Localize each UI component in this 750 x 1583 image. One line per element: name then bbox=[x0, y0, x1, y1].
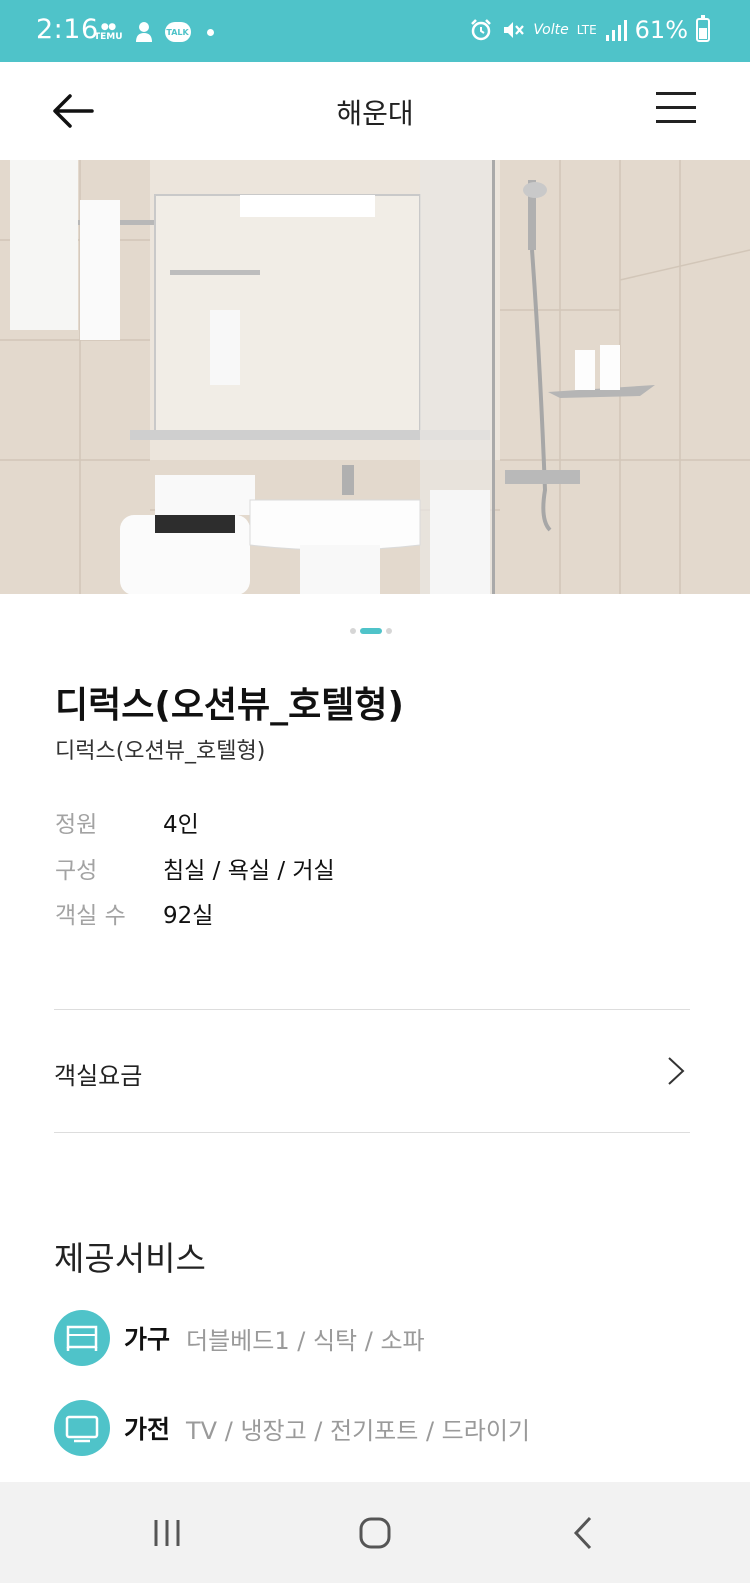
home-button[interactable] bbox=[350, 1508, 400, 1558]
mute-icon bbox=[504, 22, 525, 38]
room-subtitle: 디럭스(오션뷰_호텔형) bbox=[55, 739, 266, 764]
system-back-button[interactable] bbox=[560, 1508, 610, 1558]
detail-label: 정원 bbox=[55, 812, 98, 838]
services-title: 제공서비스 bbox=[54, 1239, 206, 1278]
service-items: 더블베드1 / 식탁 / 소파 bbox=[186, 1326, 425, 1355]
hamburger-icon bbox=[656, 92, 696, 95]
recent-apps-icon bbox=[154, 1520, 180, 1546]
pager-dot[interactable] bbox=[350, 628, 356, 634]
room-rate-row[interactable]: 객실요금 bbox=[54, 1010, 690, 1132]
room-rate-label: 객실요금 bbox=[54, 1062, 143, 1090]
service-name: 가구 bbox=[124, 1325, 171, 1354]
service-row-appliances: 가전 TV / 냉장고 / 전기포트 / 드라이기 bbox=[54, 1400, 530, 1456]
chevron-right-icon bbox=[668, 1057, 685, 1085]
service-row-furniture: 가구 더블베드1 / 식탁 / 소파 bbox=[54, 1310, 425, 1366]
detail-label: 구성 bbox=[55, 858, 98, 884]
alarm-icon bbox=[471, 19, 492, 41]
detail-value: 4인 bbox=[163, 812, 199, 838]
chat-person-icon bbox=[135, 22, 152, 42]
status-notification-icons: ●● TEMU TALK bbox=[94, 20, 214, 44]
system-nav-bar bbox=[0, 1482, 750, 1583]
photo-pager bbox=[350, 628, 392, 634]
service-name: 가전 bbox=[124, 1415, 171, 1444]
battery-level bbox=[699, 28, 707, 39]
divider bbox=[54, 1132, 690, 1133]
hamburger-icon-bar bbox=[656, 106, 696, 109]
pager-dot[interactable] bbox=[386, 628, 392, 634]
battery-icon bbox=[696, 15, 710, 42]
page-title: 해운대 bbox=[336, 97, 414, 130]
service-items: TV / 냉장고 / 전기포트 / 드라이기 bbox=[186, 1416, 531, 1445]
status-bar: 2:16 ●● TEMU TALK Volte LTE 61% bbox=[0, 0, 750, 62]
temu-icon: ●● TEMU bbox=[94, 22, 123, 42]
volte-label: Volte bbox=[533, 22, 569, 38]
room-detail-count: 객실 수 92실 bbox=[55, 896, 213, 930]
room-detail-composition: 구성 침실 / 욕실 / 거실 bbox=[55, 851, 335, 885]
room-name: 디럭스(오션뷰_호텔형) bbox=[55, 685, 404, 726]
app-header: 해운대 bbox=[0, 62, 750, 160]
status-system-icons: Volte LTE 61% bbox=[469, 15, 710, 44]
detail-value: 침실 / 욕실 / 거실 bbox=[163, 858, 335, 884]
detail-label: 객실 수 bbox=[55, 903, 126, 929]
lte-label: LTE bbox=[576, 23, 597, 37]
dot-icon bbox=[206, 28, 214, 36]
detail-value: 92실 bbox=[163, 903, 214, 929]
hamburger-icon-bar bbox=[656, 120, 696, 123]
home-icon bbox=[359, 1517, 391, 1549]
bed-icon bbox=[54, 1310, 110, 1366]
recent-apps-button[interactable] bbox=[142, 1508, 192, 1558]
pager-dot-active[interactable] bbox=[360, 628, 382, 634]
back-chevron-icon bbox=[573, 1516, 592, 1550]
bathroom-photo bbox=[0, 160, 750, 594]
room-detail-capacity: 정원 4인 bbox=[55, 805, 199, 839]
status-time: 2:16 bbox=[36, 14, 99, 45]
room-photo[interactable] bbox=[0, 160, 750, 594]
signal-icon bbox=[605, 20, 627, 41]
tv-icon bbox=[54, 1400, 110, 1456]
battery-percent: 61% bbox=[634, 16, 688, 44]
menu-button[interactable] bbox=[656, 92, 696, 126]
talk-icon: TALK bbox=[164, 22, 191, 42]
